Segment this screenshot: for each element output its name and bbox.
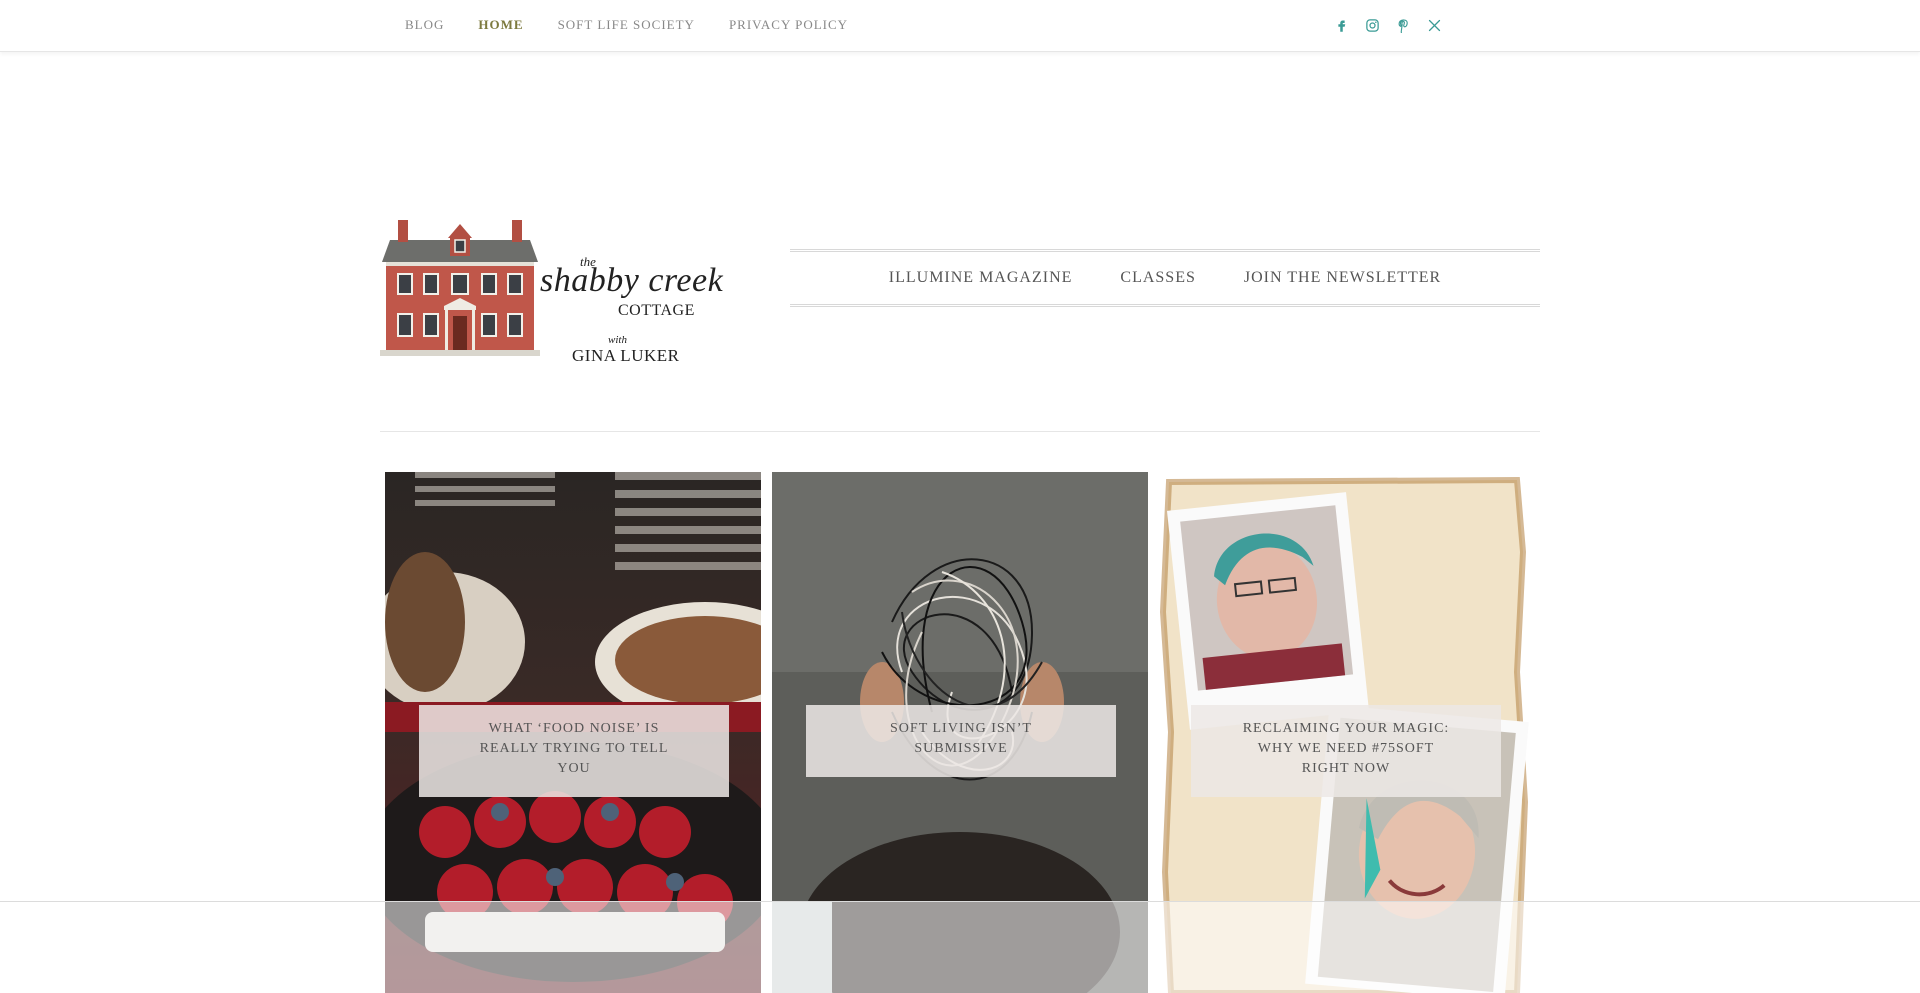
top-bar: BLOG HOME SOFT LIFE SOCIETY PRIVACY POLI… <box>0 0 1920 52</box>
main-nav-classes[interactable]: CLASSES <box>1120 269 1195 287</box>
header-divider <box>380 431 1540 432</box>
logo-cottage: COTTAGE <box>618 302 695 319</box>
site-logo[interactable]: the shabby creek COTTAGE with GINA LUKER <box>380 218 723 365</box>
post-title-reclaiming-magic[interactable]: RECLAIMING YOUR MAGIC: WHY WE NEED #75SO… <box>1191 705 1501 797</box>
top-nav-home[interactable]: HOME <box>478 17 523 33</box>
logo-author: GINA LUKER <box>572 346 680 365</box>
main-nav-illumine-magazine[interactable]: ILLUMINE MAGAZINE <box>889 269 1073 287</box>
social-links <box>1330 14 1454 36</box>
top-nav: BLOG HOME SOFT LIFE SOCIETY PRIVACY POLI… <box>405 0 882 50</box>
main-nav-join-newsletter[interactable]: JOIN THE NEWSLETTER <box>1244 269 1441 287</box>
logo-shabby-creek: shabby creek <box>540 262 724 299</box>
post-title-food-noise[interactable]: WHAT ‘FOOD NOISE’ IS REALLY TRYING TO TE… <box>419 705 729 797</box>
house-illustration <box>380 220 540 356</box>
x-twitter-icon[interactable] <box>1423 14 1445 36</box>
bottom-sticky-overlay <box>0 901 1920 993</box>
facebook-icon[interactable] <box>1330 14 1352 36</box>
top-nav-soft-life-society[interactable]: SOFT LIFE SOCIETY <box>558 17 695 33</box>
main-nav: ILLUMINE MAGAZINE CLASSES JOIN THE NEWSL… <box>790 249 1540 307</box>
instagram-icon[interactable] <box>1361 14 1383 36</box>
top-nav-privacy-policy[interactable]: PRIVACY POLICY <box>729 17 848 33</box>
pinterest-icon[interactable] <box>1392 14 1414 36</box>
post-title-soft-living[interactable]: SOFT LIVING ISN’T SUBMISSIVE <box>806 705 1116 777</box>
top-nav-blog[interactable]: BLOG <box>405 17 444 33</box>
logo-with: with <box>608 334 627 346</box>
